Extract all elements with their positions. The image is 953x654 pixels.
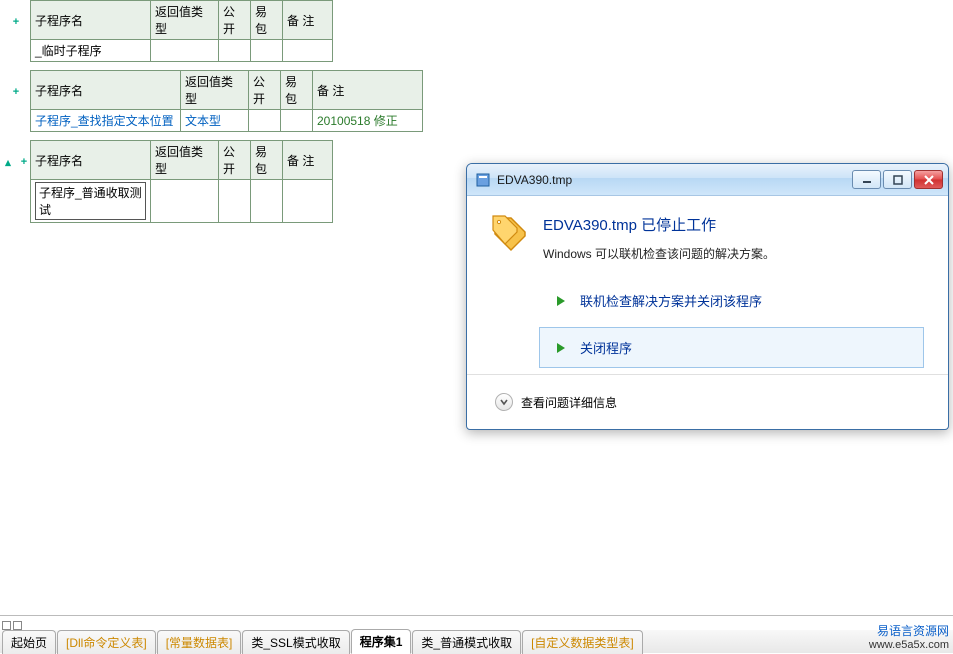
cell-pub[interactable]: [219, 180, 251, 223]
cell-pkg[interactable]: [251, 180, 283, 223]
col-note: 备 注: [313, 71, 423, 110]
cell-ret[interactable]: [151, 40, 219, 62]
expand-marker[interactable]: ▴: [2, 156, 14, 169]
cell-ret[interactable]: 文本型: [181, 110, 249, 132]
minimize-button[interactable]: [852, 170, 881, 189]
cell-note[interactable]: [283, 40, 333, 62]
tab-ssl[interactable]: 类_SSL模式收取: [242, 630, 349, 654]
sub-table-1: 子程序名 返回值类型 公开 易包 备 注 _临时子程序: [30, 0, 333, 62]
tab-customtype[interactable]: [自定义数据类型表]: [522, 630, 643, 654]
error-dialog: EDVA390.tmp EDVA390.tmp 已停止工作 Windows 可以…: [466, 163, 949, 430]
brand-watermark: 易语言资源网 www.e5a5x.com: [869, 622, 949, 651]
col-pub: 公开: [249, 71, 281, 110]
cell-note[interactable]: 20100518 修正: [313, 110, 423, 132]
dialog-subtitle: Windows 可以联机检查该问题的解决方案。: [543, 245, 775, 262]
view-details-toggle[interactable]: 查看问题详细信息: [491, 381, 924, 419]
action-label: 关闭程序: [580, 338, 632, 357]
dialog-window-title: EDVA390.tmp: [497, 173, 852, 187]
col-note: 备 注: [283, 141, 333, 180]
bottom-bar: 起始页 [Dll命令定义表] [常量数据表] 类_SSL模式收取 程序集1 类_…: [0, 615, 953, 652]
arrow-right-icon: [554, 294, 568, 308]
cell-ret[interactable]: [151, 180, 219, 223]
action-label: 联机检查解决方案并关闭该程序: [580, 291, 762, 310]
app-icon: [475, 172, 491, 188]
cell-name[interactable]: _临时子程序: [31, 40, 151, 62]
cell-name-editing[interactable]: 子程序_普通收取测试: [31, 180, 151, 223]
col-name: 子程序名: [31, 1, 151, 40]
cell-pkg[interactable]: [281, 110, 313, 132]
table-row[interactable]: 子程序_查找指定文本位置 文本型 20100518 修正: [31, 110, 423, 132]
maximize-button[interactable]: [883, 170, 912, 189]
tab-normal[interactable]: 类_普通模式收取: [412, 630, 521, 654]
col-pub: 公开: [219, 141, 251, 180]
expand-marker[interactable]: +: [10, 86, 22, 98]
col-ret: 返回值类型: [181, 71, 249, 110]
table-row[interactable]: 子程序_普通收取测试: [31, 180, 333, 223]
cell-note[interactable]: [283, 180, 333, 223]
details-label: 查看问题详细信息: [521, 394, 617, 411]
chevron-down-icon: [495, 393, 513, 411]
col-name: 子程序名: [31, 71, 181, 110]
selector-marker[interactable]: [2, 621, 11, 630]
dialog-title: EDVA390.tmp 已停止工作: [543, 214, 775, 235]
col-pkg: 易包: [251, 141, 283, 180]
col-name: 子程序名: [31, 141, 151, 180]
expand-marker[interactable]: +: [10, 16, 22, 28]
tab-dll[interactable]: [Dll命令定义表]: [57, 630, 156, 654]
sub-table-2: 子程序名 返回值类型 公开 易包 备 注 子程序_查找指定文本位置 文本型 20…: [30, 70, 423, 132]
selector-marker[interactable]: [13, 621, 22, 630]
cell-name[interactable]: 子程序_查找指定文本位置: [31, 110, 181, 132]
tab-strip: 起始页 [Dll命令定义表] [常量数据表] 类_SSL模式收取 程序集1 类_…: [0, 630, 953, 653]
col-pkg: 易包: [251, 1, 283, 40]
arrow-right-icon: [554, 341, 568, 355]
dialog-titlebar[interactable]: EDVA390.tmp: [467, 164, 948, 196]
col-ret: 返回值类型: [151, 141, 219, 180]
divider: [467, 374, 948, 375]
col-pub: 公开: [219, 1, 251, 40]
cell-pub[interactable]: [249, 110, 281, 132]
col-ret: 返回值类型: [151, 1, 219, 40]
table-row[interactable]: _临时子程序: [31, 40, 333, 62]
tab-programset1[interactable]: 程序集1: [351, 629, 412, 654]
expand-marker[interactable]: +: [18, 156, 30, 169]
warning-tag-icon: [491, 214, 529, 252]
action-check-online[interactable]: 联机检查解决方案并关闭该程序: [539, 280, 924, 321]
close-button[interactable]: [914, 170, 943, 189]
tab-const[interactable]: [常量数据表]: [157, 630, 242, 654]
action-close-program[interactable]: 关闭程序: [539, 327, 924, 368]
cell-pub[interactable]: [219, 40, 251, 62]
cell-pkg[interactable]: [251, 40, 283, 62]
tab-start[interactable]: 起始页: [2, 630, 56, 654]
col-note: 备 注: [283, 1, 333, 40]
col-pkg: 易包: [281, 71, 313, 110]
sub-table-3: 子程序名 返回值类型 公开 易包 备 注 子程序_普通收取测试: [30, 140, 333, 223]
